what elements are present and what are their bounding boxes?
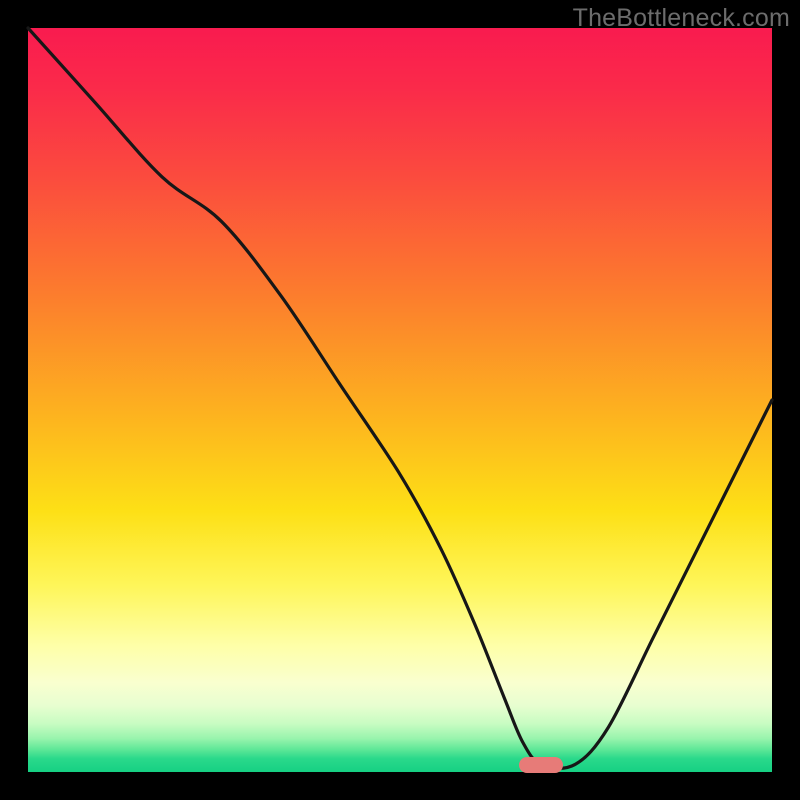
chart-frame: TheBottleneck.com — [0, 0, 800, 800]
plot-area — [28, 28, 772, 772]
bottleneck-curve — [28, 28, 772, 772]
optimal-marker — [519, 757, 563, 773]
